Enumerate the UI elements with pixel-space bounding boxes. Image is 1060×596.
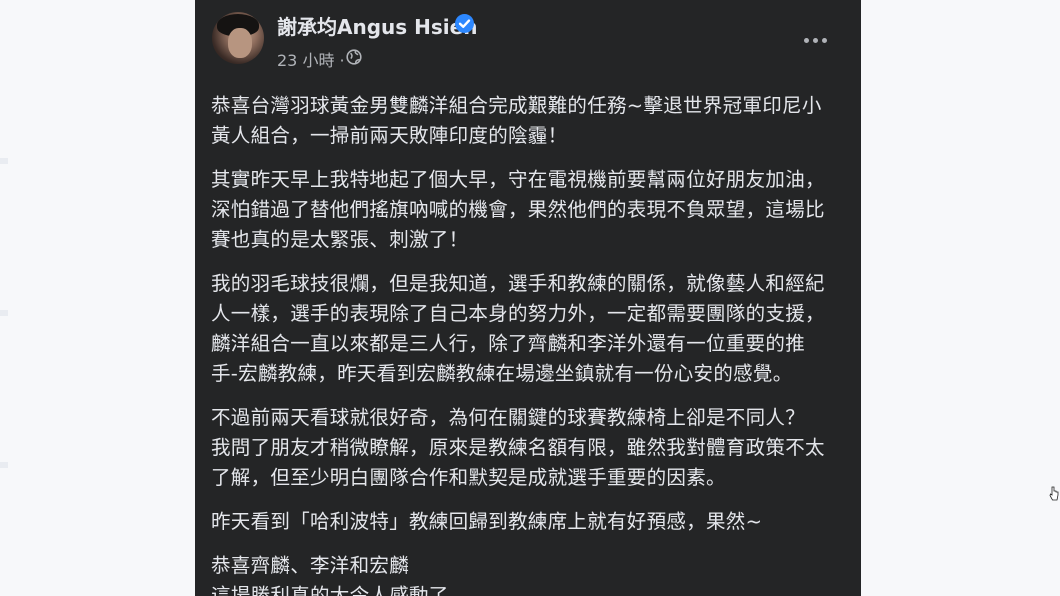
post-paragraph: 其實昨天早上我特地起了個大早，守在電視機前要幫兩位好朋友加油， 深怕錯過了替他們搖… (211, 165, 845, 255)
post-text-line: 這場勝利真的太令人感動了 (211, 584, 449, 596)
verified-badge-icon (455, 14, 474, 33)
post-header: 謝承均Angus Hsieh 23 小時 · (195, 0, 861, 86)
post-body: 恭喜台灣羽球黃金男雙麟洋組合完成艱難的任務~擊退世界冠軍印尼小 黃人組合，一掃前兩… (211, 91, 845, 596)
post-paragraph: 不過前兩天看球就很好奇，為何在關鍵的球賽教練椅上卻是不同人？ 我問了朋友才稍微瞭解… (211, 403, 845, 493)
post-text-line: 了解，但至少明白團隊合作和默契是成就選手重要的因素。 (211, 466, 726, 489)
post-paragraph: 昨天看到「哈利波特」教練回歸到教練席上就有好預感，果然~ (211, 507, 845, 537)
author-name[interactable]: 謝承均Angus Hsieh (277, 11, 477, 40)
post-text-line: 不過前兩天看球就很好奇，為何在關鍵的球賽教練椅上卻是不同人？ (211, 406, 806, 429)
facebook-post-card: 謝承均Angus Hsieh 23 小時 · 恭喜台灣羽球黃金男雙麟洋組合完成艱… (195, 0, 861, 596)
post-text-line: 恭喜台灣羽球黃金男雙麟洋組合完成艱難的任務~擊退世界冠軍印尼小 (211, 94, 822, 117)
post-text-line: 昨天看到「哈利波特」教練回歸到教練席上就有好預感，果然~ (211, 510, 763, 533)
page-edge-mark (0, 158, 8, 164)
post-timestamp[interactable]: 23 小時 · (277, 47, 345, 71)
page-edge-mark (0, 462, 8, 468)
screen: 謝承均Angus Hsieh 23 小時 · 恭喜台灣羽球黃金男雙麟洋組合完成艱… (0, 0, 1060, 596)
post-text-line: 麟洋組合一直以來都是三人行，除了齊麟和李洋外還有一位重要的推 (211, 332, 806, 355)
globe-icon (346, 49, 362, 65)
more-options-icon[interactable] (804, 36, 832, 46)
post-text-line: 賽也真的是太緊張、刺激了！ (211, 228, 469, 251)
post-text-line: 深怕錯過了替他們搖旗吶喊的機會，果然他們的表現不負眾望，這場比 (211, 198, 825, 221)
page-edge-mark (0, 310, 8, 316)
post-paragraph: 恭喜齊麟、李洋和宏麟這場勝利真的太令人感動了 (211, 551, 845, 596)
post-text-line: 我的羽毛球技很爛，但是我知道，選手和教練的關係，就像藝人和經紀 (211, 272, 825, 295)
hand-cursor-icon (1049, 486, 1059, 501)
post-paragraph: 恭喜台灣羽球黃金男雙麟洋組合完成艱難的任務~擊退世界冠軍印尼小 黃人組合，一掃前兩… (211, 91, 845, 151)
post-text-line: 其實昨天早上我特地起了個大早，守在電視機前要幫兩位好朋友加油， (211, 168, 825, 191)
post-text-line: 黃人組合，一掃前兩天敗陣印度的陰霾！ (211, 124, 568, 147)
post-text-line: 手-宏麟教練，昨天看到宏麟教練在場邊坐鎮就有一份心安的感覺。 (211, 362, 793, 385)
post-paragraph: 我的羽毛球技很爛，但是我知道，選手和教練的關係，就像藝人和經紀 人一樣，選手的表現… (211, 269, 845, 389)
post-text-line: 人一樣，選手的表現除了自己本身的努力外，一定都需要團隊的支援， (211, 302, 825, 325)
post-text-line: 我問了朋友才稍微瞭解，原來是教練名額有限，雖然我對體育政策不太 (211, 436, 825, 459)
author-avatar[interactable] (212, 12, 264, 64)
post-text-line: 恭喜齊麟、李洋和宏麟 (211, 554, 410, 577)
